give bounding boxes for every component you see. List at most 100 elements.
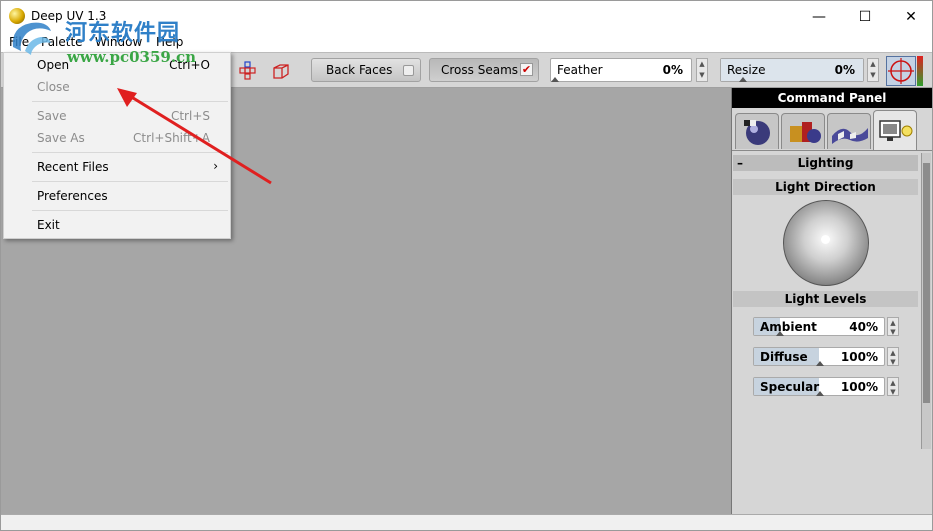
preferences-label: Preferences xyxy=(37,189,108,203)
minimize-icon: — xyxy=(812,8,826,25)
save-as-label: Save As xyxy=(37,131,85,145)
monitor-light-icon xyxy=(879,120,913,141)
specular-spinner[interactable]: ▲ ▼ xyxy=(887,377,899,396)
display-tab-icon[interactable] xyxy=(873,110,917,150)
open-label: Open xyxy=(37,58,70,72)
resize-label: Resize xyxy=(727,63,766,77)
specular-notch xyxy=(816,391,824,396)
maximize-button[interactable]: ☐ xyxy=(842,1,888,32)
cross-seams-checkbox[interactable]: ✔ xyxy=(520,63,533,76)
resize-slider[interactable]: Resize 0% xyxy=(720,58,864,82)
diffuse-slider[interactable]: Diffuse 100% xyxy=(753,347,885,366)
app-window: Deep UV 1.3 — ☐ ✕ File Palette Window He… xyxy=(0,0,933,531)
close-label: Close xyxy=(37,80,70,94)
uv-tab-icon[interactable] xyxy=(827,113,871,149)
resize-spinner[interactable]: ▲ ▼ xyxy=(867,58,879,82)
diffuse-notch xyxy=(816,361,824,366)
feather-notch xyxy=(551,77,559,82)
maximize-icon: ☐ xyxy=(858,8,872,25)
cross-seams-toggle[interactable]: Cross Seams ✔ xyxy=(429,58,539,82)
window-title: Deep UV 1.3 xyxy=(31,9,107,23)
down-arrow-icon[interactable]: ▼ xyxy=(888,357,898,366)
down-arrow-icon[interactable]: ▼ xyxy=(888,327,898,336)
command-panel-scrollbar[interactable] xyxy=(921,153,931,449)
menu-separator xyxy=(32,210,228,211)
app-logo-icon xyxy=(9,8,25,24)
back-faces-toggle[interactable]: Back Faces xyxy=(311,58,421,82)
file-menu-dropdown: Open Ctrl+O Close Save Ctrl+S Save As Ct… xyxy=(3,52,231,239)
menu-item-close[interactable]: Close xyxy=(4,76,230,98)
menu-item-exit[interactable]: Exit xyxy=(4,214,230,236)
menu-palette[interactable]: Palette xyxy=(41,35,83,49)
feather-slider[interactable]: Feather 0% xyxy=(550,58,692,82)
up-arrow-icon[interactable]: ▲ xyxy=(697,59,707,70)
ambient-slider[interactable]: Ambient 40% xyxy=(753,317,885,336)
resize-notch xyxy=(739,77,747,82)
menu-help[interactable]: Help xyxy=(156,35,183,49)
menu-item-preferences[interactable]: Preferences xyxy=(4,185,230,207)
light-direction-sphere[interactable] xyxy=(783,200,869,286)
ambient-notch xyxy=(776,331,784,336)
submenu-arrow-icon: › xyxy=(213,159,218,173)
diffuse-spinner[interactable]: ▲ ▼ xyxy=(887,347,899,366)
command-panel-title: Command Panel xyxy=(732,88,932,108)
ambient-spinner[interactable]: ▲ ▼ xyxy=(887,317,899,336)
scrollbar-thumb[interactable] xyxy=(923,163,930,403)
back-faces-label: Back Faces xyxy=(326,63,393,77)
menu-separator xyxy=(32,152,228,153)
command-panel: Command Panel – Lighting Light Direction… xyxy=(732,88,932,514)
status-bar xyxy=(1,514,932,530)
menu-separator xyxy=(32,101,228,102)
save-label: Save xyxy=(37,109,67,123)
up-arrow-icon[interactable]: ▲ xyxy=(888,348,898,357)
down-arrow-icon[interactable]: ▼ xyxy=(697,70,707,81)
specular-label: Specular xyxy=(760,380,820,394)
specular-slider[interactable]: Specular 100% xyxy=(753,377,885,396)
command-panel-tabs xyxy=(732,110,932,150)
menu-item-recent-files[interactable]: Recent Files › xyxy=(4,156,230,178)
open-shortcut: Ctrl+O xyxy=(169,58,210,72)
up-arrow-icon[interactable]: ▲ xyxy=(868,59,878,70)
light-direction-header: Light Direction xyxy=(733,179,918,195)
lighting-title: Lighting xyxy=(797,156,854,170)
diffuse-value: 100% xyxy=(840,350,878,364)
command-panel-body: – Lighting Light Direction Light Levels … xyxy=(732,150,932,514)
close-button[interactable]: ✕ xyxy=(888,1,932,32)
minimize-button[interactable]: — xyxy=(796,1,842,32)
ambient-label: Ambient xyxy=(760,320,817,334)
light-levels-header: Light Levels xyxy=(733,291,918,307)
checker-plane-icon xyxy=(832,128,868,144)
collapse-icon[interactable]: – xyxy=(737,155,743,171)
up-arrow-icon[interactable]: ▲ xyxy=(888,378,898,387)
materials-tab-icon[interactable] xyxy=(735,113,779,149)
title-bar: Deep UV 1.3 — ☐ ✕ xyxy=(1,1,932,32)
sphere-checker-icon xyxy=(744,120,770,145)
menu-file[interactable]: File xyxy=(9,35,29,49)
menu-item-open[interactable]: Open Ctrl+O xyxy=(4,54,230,76)
menu-item-save-as[interactable]: Save As Ctrl+Shift+A xyxy=(4,127,230,149)
color-strip xyxy=(917,56,923,86)
box-3d-icon[interactable] xyxy=(271,61,291,81)
ambient-value: 40% xyxy=(849,320,878,334)
recent-files-label: Recent Files xyxy=(37,160,109,174)
down-arrow-icon[interactable]: ▼ xyxy=(868,70,878,81)
back-faces-checkbox[interactable] xyxy=(403,65,414,76)
exit-label: Exit xyxy=(37,218,60,232)
menu-window[interactable]: Window xyxy=(95,35,142,49)
save-shortcut: Ctrl+S xyxy=(170,109,210,123)
feather-value: 0% xyxy=(662,63,683,77)
feather-label: Feather xyxy=(557,63,603,77)
light-direction-handle[interactable] xyxy=(821,235,830,244)
diffuse-label: Diffuse xyxy=(760,350,808,364)
feather-spinner[interactable]: ▲ ▼ xyxy=(696,58,708,82)
transform-gizmo-icon[interactable] xyxy=(886,56,916,86)
menu-separator xyxy=(32,181,228,182)
menu-item-save[interactable]: Save Ctrl+S xyxy=(4,105,230,127)
objects-tab-icon[interactable] xyxy=(781,113,825,149)
cross-layout-icon[interactable] xyxy=(238,61,258,81)
specular-value: 100% xyxy=(840,380,878,394)
lighting-section-header[interactable]: – Lighting xyxy=(733,155,918,171)
up-arrow-icon[interactable]: ▲ xyxy=(888,318,898,327)
menu-bar: File Palette Window Help xyxy=(1,32,932,52)
down-arrow-icon[interactable]: ▼ xyxy=(888,387,898,396)
